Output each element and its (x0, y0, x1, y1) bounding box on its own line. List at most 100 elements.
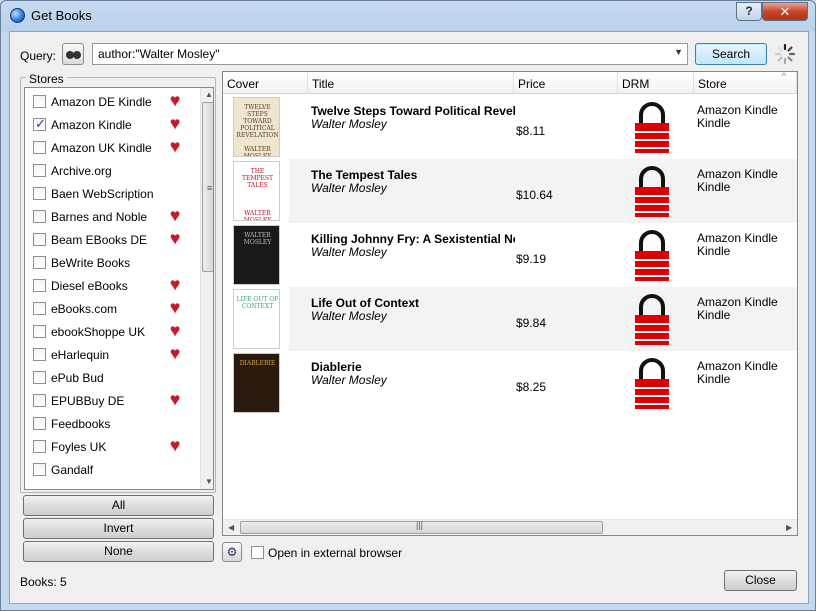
invert-button[interactable]: Invert (23, 518, 214, 539)
store-checkbox[interactable] (33, 164, 46, 177)
store-item[interactable]: Foyles UK ♥ (25, 435, 201, 458)
binoculars-button[interactable] (62, 43, 84, 65)
store-checkbox[interactable] (33, 440, 46, 453)
store-checkbox[interactable] (33, 210, 46, 223)
store-name: Archive.org (51, 164, 112, 178)
configure-button[interactable]: ⚙ (222, 542, 242, 562)
drm-lock-icon (633, 357, 671, 411)
search-button[interactable]: Search (695, 43, 767, 65)
heart-icon: ♥ (170, 344, 181, 363)
store-checkbox[interactable] (33, 233, 46, 246)
book-cover: DIABLERIE (233, 353, 280, 413)
store-name: eBooks.com (51, 302, 118, 316)
store-checkbox[interactable] (33, 348, 46, 361)
external-browser-label: Open in external browser (268, 546, 403, 560)
results-hscrollbar[interactable]: ◀ ||| ▶ (223, 519, 797, 535)
heart-icon: ♥ (170, 114, 181, 133)
store-item[interactable]: Amazon DE Kindle ♥ (25, 90, 201, 113)
column-header-price[interactable]: Price (514, 72, 618, 94)
store-item[interactable]: Archive.org (25, 159, 201, 182)
get-books-window: Get Books ? ✕ Query: author:"Walter Mosl… (0, 0, 816, 611)
store-checkbox[interactable] (33, 116, 46, 132)
chevron-down-icon[interactable]: ▼ (674, 47, 683, 57)
external-browser-checkbox[interactable] (251, 546, 264, 559)
store-item[interactable]: ePub Bud (25, 366, 201, 389)
store-checkbox[interactable] (33, 95, 46, 108)
store-item[interactable]: eBooks.com ♥ (25, 297, 201, 320)
store-name: Gandalf (51, 463, 94, 477)
column-header-cover[interactable]: Cover (223, 72, 308, 94)
binoculars-icon (73, 51, 81, 59)
store-item[interactable]: Baen WebScription (25, 182, 201, 205)
store-item[interactable]: Beam EBooks DE ♥ (25, 228, 201, 251)
heart-icon: ♥ (170, 298, 181, 317)
drm-lock-icon (633, 293, 671, 347)
store-checkbox[interactable] (33, 256, 46, 269)
window-close-button[interactable]: ✕ (762, 2, 808, 21)
globe-icon (10, 8, 25, 23)
table-row[interactable]: THE TEMPEST TALES WALTER MOSLEY The Tempes… (223, 159, 797, 223)
store-item[interactable]: Diesel eBooks ♥ (25, 274, 201, 297)
book-price: $10.64 (516, 188, 553, 202)
results-table[interactable]: Cover Title Price DRM Store ^ ◀ ||| ▶ TW… (222, 71, 798, 536)
store-name: EPUBBuy DE (51, 394, 125, 408)
all-button[interactable]: All (23, 495, 214, 516)
heart-icon: ♥ (170, 229, 181, 248)
store-checkbox[interactable] (33, 417, 46, 430)
help-button[interactable]: ? (736, 2, 762, 21)
store-checkbox[interactable] (33, 141, 46, 154)
cover-title: THE TEMPEST TALES (241, 168, 274, 189)
store-item[interactable]: ebookShoppe UK ♥ (25, 320, 201, 343)
table-row[interactable]: WALTER MOSLEY Killing Johnny Fry: A Sexis… (223, 223, 797, 287)
scroll-right-icon[interactable]: ▶ (786, 523, 792, 532)
close-button[interactable]: Close (724, 570, 797, 591)
books-count: Books: 5 (20, 575, 67, 589)
column-header-drm[interactable]: DRM (618, 72, 694, 94)
store-checkbox[interactable] (33, 463, 46, 476)
store-item[interactable]: Feedbooks (25, 412, 201, 435)
store-checkbox[interactable] (33, 371, 46, 384)
table-row[interactable]: LIFE OUT OF CONTEXT Life Out of Context Wa… (223, 287, 797, 351)
store-item[interactable]: Amazon UK Kindle ♥ (25, 136, 201, 159)
store-item[interactable]: Amazon Kindle ♥ (25, 113, 201, 136)
store-name: Foyles UK (51, 440, 107, 454)
store-checkbox[interactable] (33, 325, 46, 338)
store-name: Amazon UK Kindle (51, 141, 152, 155)
store-item[interactable]: BeWrite Books (25, 251, 201, 274)
query-input[interactable]: author:"Walter Mosley" ▼ (92, 43, 688, 65)
table-row[interactable]: TWELVE STEPS TOWARD POLITICAL REVELATION… (223, 95, 797, 159)
book-author: Walter Mosley (311, 181, 387, 195)
heart-icon: ♥ (170, 321, 181, 340)
store-checkbox[interactable] (33, 187, 46, 200)
store-name: ePub Bud (51, 371, 104, 385)
store-name: Feedbooks (51, 417, 111, 431)
column-header-title[interactable]: Title (308, 72, 514, 94)
store-name: eHarlequin (51, 348, 110, 362)
stores-list[interactable]: ▲ ≡ ▼ Amazon DE Kindle♥Amazon Kindle♥Ama… (24, 87, 214, 490)
scroll-down-icon[interactable]: ▼ (205, 477, 213, 486)
book-cover: THE TEMPEST TALES WALTER MOSLEY (233, 161, 280, 221)
scroll-up-icon[interactable]: ▲ (205, 90, 213, 99)
scroll-left-icon[interactable]: ◀ (228, 523, 234, 532)
store-checkbox[interactable] (33, 394, 46, 407)
spinner-icon (774, 43, 796, 65)
drm-lock-icon (633, 165, 671, 219)
store-name: Barnes and Noble (51, 210, 148, 224)
none-button[interactable]: None (23, 541, 214, 562)
store-item[interactable]: eHarlequin ♥ (25, 343, 201, 366)
scrollbar-thumb[interactable]: ≡ (202, 102, 213, 272)
store-checkbox[interactable] (33, 279, 46, 292)
store-name: ebookShoppe UK (51, 325, 146, 339)
grip-icon: ≡ (207, 183, 213, 193)
store-item[interactable]: Gandalf (25, 458, 201, 481)
scrollbar-thumb[interactable]: ||| (240, 520, 603, 534)
stores-scrollbar[interactable]: ▲ ≡ ▼ (200, 88, 213, 489)
store-item[interactable]: Barnes and Noble ♥ (25, 205, 201, 228)
store-checkbox[interactable] (33, 302, 46, 315)
table-row[interactable]: DIABLERIE Diablerie Walter Mosley $8.25 Amaz… (223, 351, 797, 415)
store-item[interactable]: EPUBBuy DE ♥ (25, 389, 201, 412)
heart-icon: ♥ (170, 206, 181, 225)
store-name: Amazon Kindle (51, 118, 132, 132)
column-header-store[interactable]: Store ^ (694, 72, 797, 94)
title-bar[interactable]: Get Books ? ✕ (1, 1, 815, 31)
